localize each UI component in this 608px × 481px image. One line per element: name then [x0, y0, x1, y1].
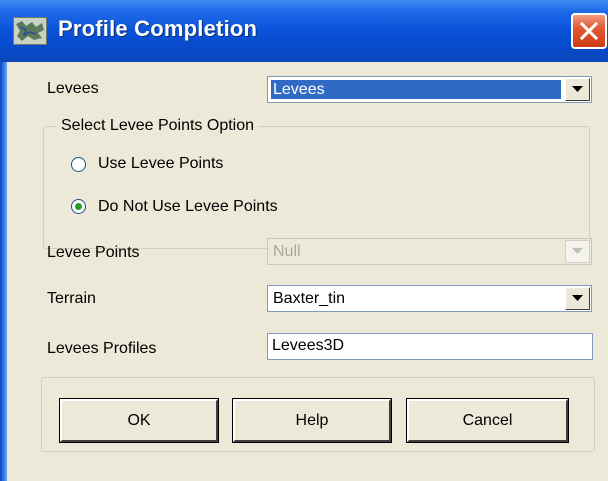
- cancel-button[interactable]: Cancel: [406, 398, 569, 443]
- radio-use-levee-points[interactable]: [71, 157, 86, 172]
- profile-completion-dialog: Profile Completion Levees Levees Select …: [0, 0, 608, 481]
- levee-points-value: Null: [273, 243, 301, 260]
- levees-label: Levees: [47, 80, 99, 97]
- window-border: [0, 62, 7, 481]
- levees-profiles-input[interactable]: Levees3D: [267, 333, 593, 360]
- levees-dropdown[interactable]: Levees: [267, 76, 592, 103]
- radio-not-use-label[interactable]: Do Not Use Levee Points: [98, 198, 278, 216]
- levee-points-dropdown: Null: [267, 238, 592, 265]
- dialog-client-area: Levees Levees Select Levee Points Option…: [7, 62, 608, 481]
- title-bar[interactable]: Profile Completion: [0, 0, 608, 62]
- radio-use-label[interactable]: Use Levee Points: [98, 155, 223, 173]
- levees-dropdown-value: Levees: [271, 80, 561, 99]
- levees-profiles-label: Levees Profiles: [47, 340, 157, 357]
- radio-checked-dot: [75, 203, 82, 210]
- levee-points-label: Levee Points: [47, 244, 140, 261]
- help-button[interactable]: Help: [232, 398, 392, 443]
- close-button[interactable]: [571, 13, 607, 49]
- terrain-value: Baxter_tin: [273, 290, 346, 307]
- map-icon: [13, 17, 47, 45]
- levee-points-option-group: [43, 126, 590, 249]
- group-title: Select Levee Points Option: [57, 117, 259, 135]
- chevron-down-icon[interactable]: [565, 78, 590, 101]
- close-icon: [580, 22, 598, 40]
- ok-button[interactable]: OK: [59, 398, 219, 443]
- window-title: Profile Completion: [58, 16, 258, 41]
- terrain-label: Terrain: [47, 290, 96, 307]
- chevron-down-icon[interactable]: [565, 287, 590, 310]
- radio-do-not-use-levee-points[interactable]: [71, 199, 86, 214]
- terrain-dropdown[interactable]: Baxter_tin: [267, 285, 592, 312]
- chevron-down-icon: [565, 240, 590, 263]
